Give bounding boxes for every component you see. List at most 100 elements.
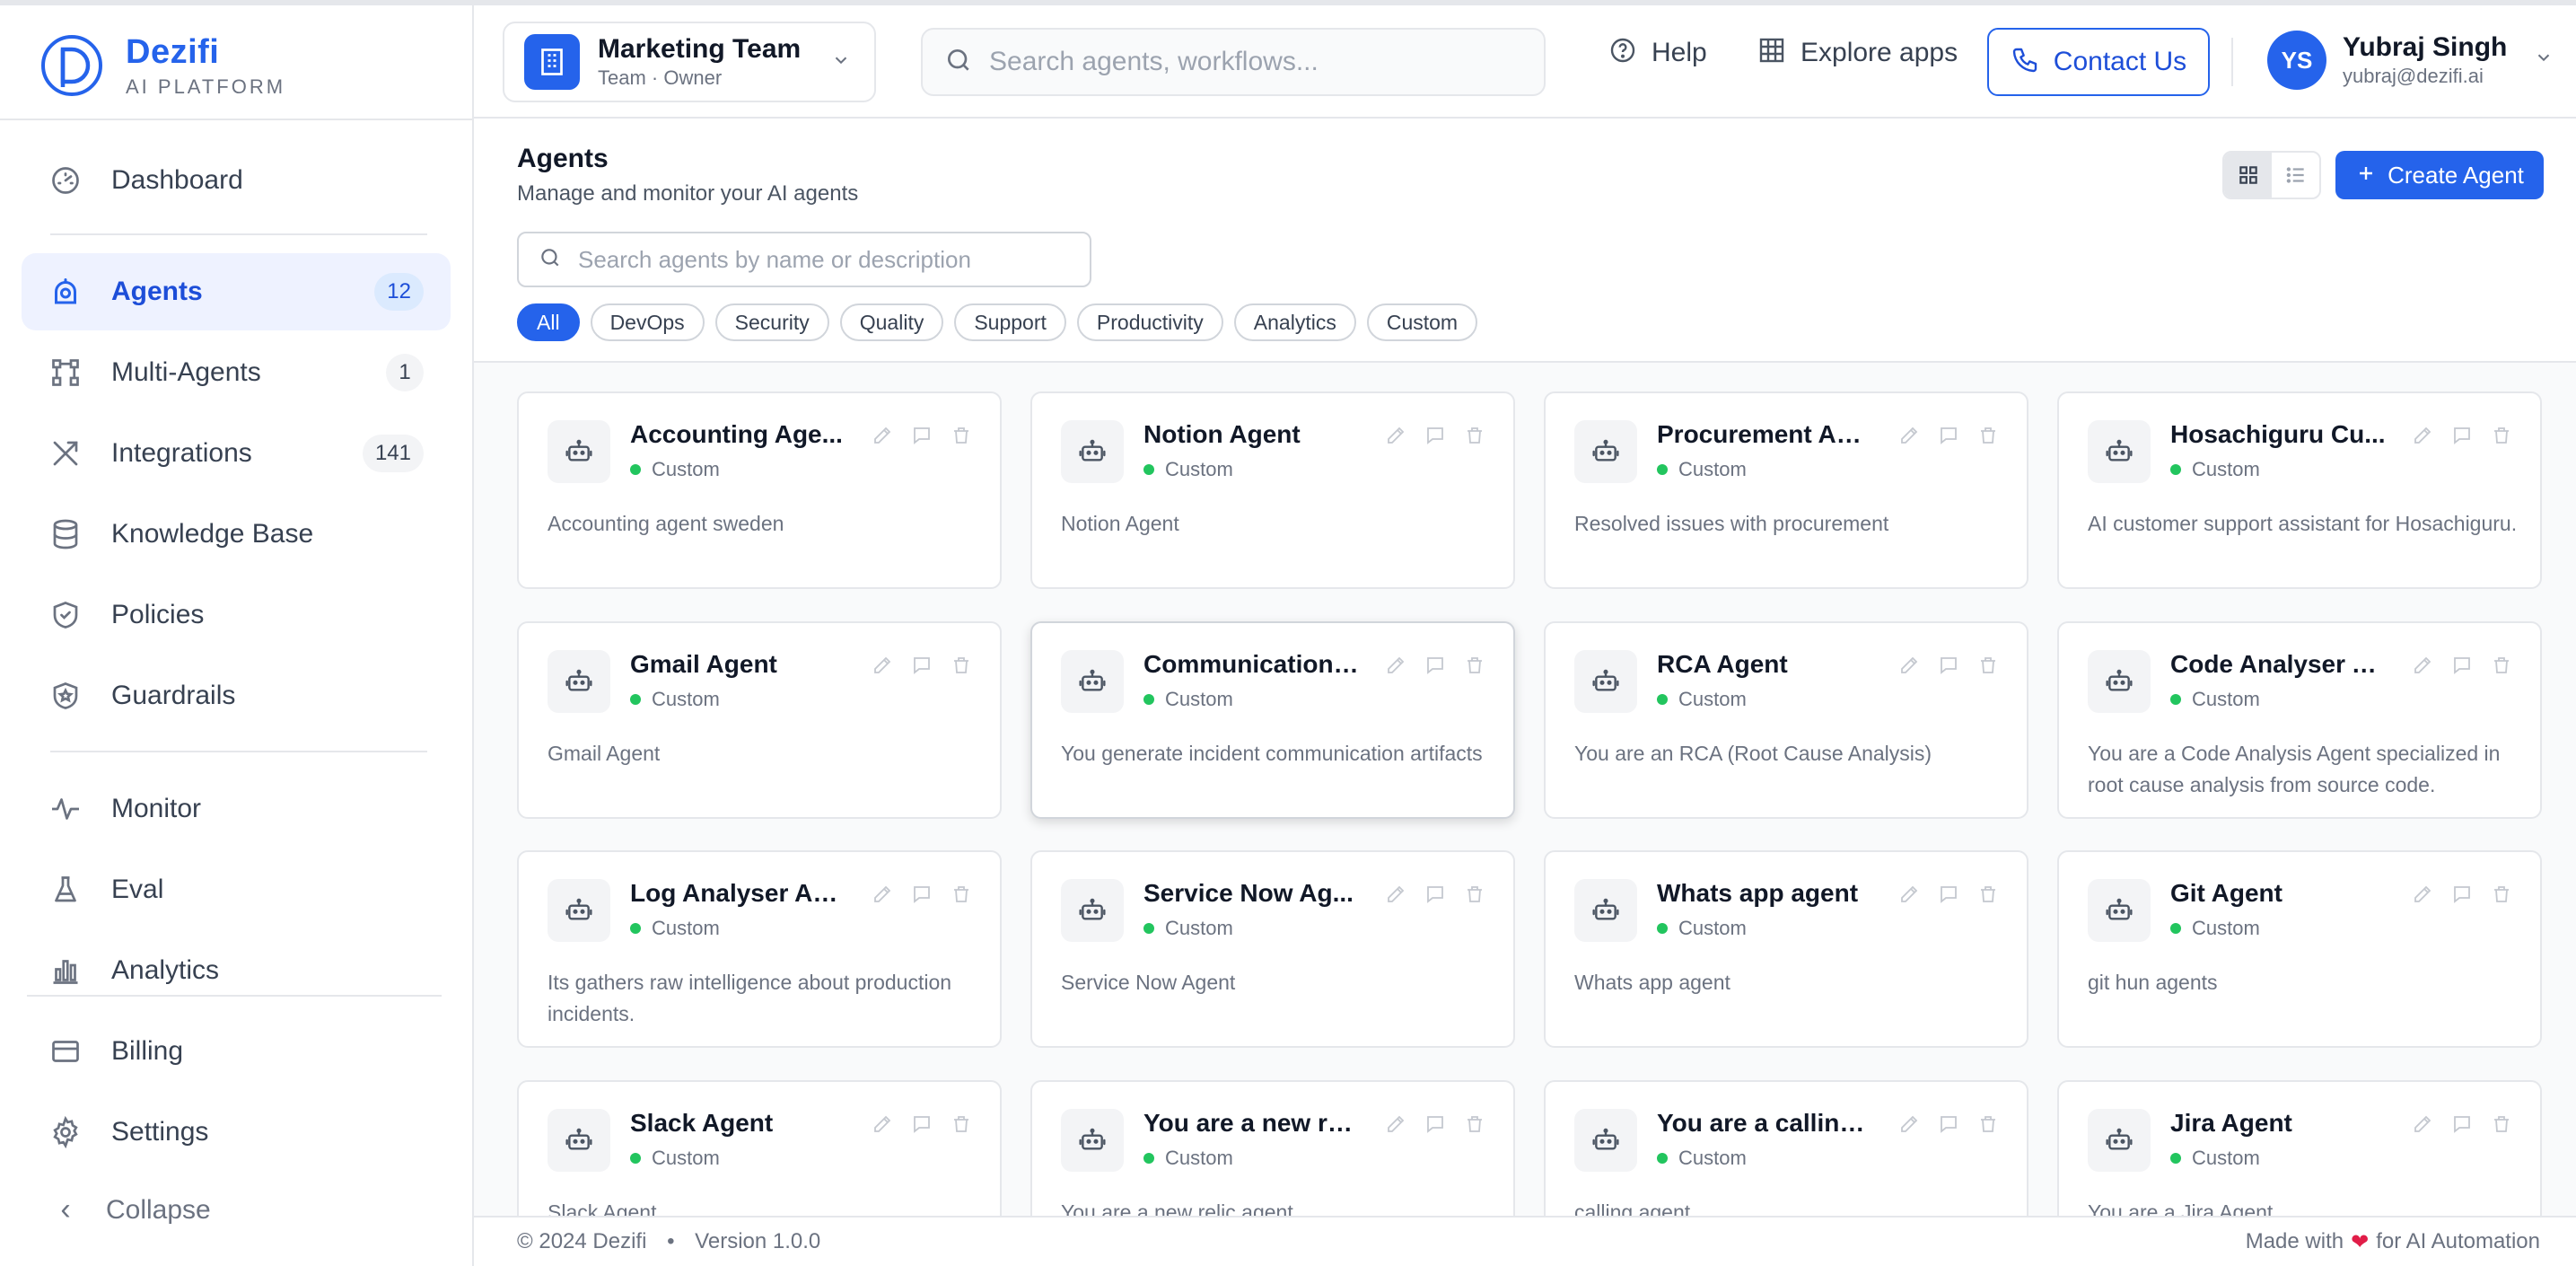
grid-view-button[interactable]: [2224, 153, 2272, 198]
filter-chip-support[interactable]: Support: [954, 303, 1066, 341]
filter-chip-security[interactable]: Security: [714, 303, 829, 341]
sidebar-item-monitor[interactable]: Monitor: [22, 770, 451, 848]
edit-icon[interactable]: [1897, 424, 1921, 447]
sidebar-item-dashboard[interactable]: Dashboard: [22, 142, 451, 219]
brand[interactable]: Dezifi AI PLATFORM: [39, 29, 285, 102]
trash-icon[interactable]: [1976, 654, 2000, 677]
filter-chip-analytics[interactable]: Analytics: [1233, 303, 1356, 341]
collapse-button[interactable]: ‹ Collapse: [48, 1192, 210, 1227]
card-actions: [1881, 424, 2000, 447]
sidebar-item-billing[interactable]: Billing: [22, 1013, 451, 1090]
chat-icon[interactable]: [1424, 424, 1447, 447]
trash-icon[interactable]: [2490, 1112, 2513, 1136]
user-menu[interactable]: YS Yubraj Singh yubraj@dezifi.ai: [2267, 31, 2554, 90]
edit-icon[interactable]: [1384, 1112, 1407, 1136]
filter-chip-productivity[interactable]: Productivity: [1076, 303, 1223, 341]
trash-icon[interactable]: [1976, 1112, 2000, 1136]
agent-search-input[interactable]: [578, 245, 1081, 274]
chat-icon[interactable]: [1424, 654, 1447, 677]
global-search-input[interactable]: [989, 47, 1528, 77]
agent-card[interactable]: RCA Agent Custom You are an RCA (Root Ca…: [1544, 621, 2028, 819]
agent-card[interactable]: Code Analyser A... Custom You are a Code…: [2057, 621, 2542, 819]
sidebar-item-eval[interactable]: Eval: [22, 851, 451, 928]
contact-us-button[interactable]: Contact Us: [1987, 28, 2210, 96]
chat-icon[interactable]: [1424, 1112, 1447, 1136]
edit-icon[interactable]: [1384, 424, 1407, 447]
agent-card[interactable]: You are a new re... Custom You are a new…: [1030, 1080, 1515, 1216]
chat-icon[interactable]: [1937, 654, 1960, 677]
agent-card[interactable]: Gmail Agent Custom Gmail Agent: [517, 621, 1002, 819]
filter-chip-custom[interactable]: Custom: [1366, 303, 1478, 341]
chat-icon[interactable]: [1937, 424, 1960, 447]
edit-icon[interactable]: [1897, 654, 1921, 677]
edit-icon[interactable]: [2411, 1112, 2434, 1136]
sidebar-item-policies[interactable]: Policies: [22, 576, 451, 654]
sidebar-item-analytics[interactable]: Analytics: [22, 932, 451, 1009]
agent-card[interactable]: Git Agent Custom git hun agents: [2057, 850, 2542, 1048]
chat-icon[interactable]: [1937, 883, 1960, 906]
agent-card[interactable]: Accounting Age... Custom Accounting agen…: [517, 391, 1002, 589]
edit-icon[interactable]: [1384, 654, 1407, 677]
global-search[interactable]: [921, 28, 1546, 96]
trash-icon[interactable]: [1463, 883, 1486, 906]
edit-icon[interactable]: [871, 424, 894, 447]
chat-icon[interactable]: [910, 424, 933, 447]
chat-icon[interactable]: [1937, 1112, 1960, 1136]
sidebar-item-agents[interactable]: Agents 12: [22, 253, 451, 330]
trash-icon[interactable]: [2490, 883, 2513, 906]
edit-icon[interactable]: [1897, 1112, 1921, 1136]
agent-card[interactable]: Procurement Ag... Custom Resolved issues…: [1544, 391, 2028, 589]
edit-icon[interactable]: [2411, 883, 2434, 906]
chat-icon[interactable]: [2450, 1112, 2474, 1136]
agent-card[interactable]: Log Analyser Ag... Custom Its gathers ra…: [517, 850, 1002, 1048]
sidebar-item-settings[interactable]: Settings: [22, 1094, 451, 1171]
filter-chip-devops[interactable]: DevOps: [590, 303, 705, 341]
trash-icon[interactable]: [1976, 883, 2000, 906]
filter-chip-all[interactable]: All: [517, 303, 580, 341]
trash-icon[interactable]: [1976, 424, 2000, 447]
trash-icon[interactable]: [950, 424, 973, 447]
chat-icon[interactable]: [910, 883, 933, 906]
chat-icon[interactable]: [1424, 883, 1447, 906]
agent-card[interactable]: Jira Agent Custom You are a Jira Agent: [2057, 1080, 2542, 1216]
sidebar-item-knowledge-base[interactable]: Knowledge Base: [22, 496, 451, 573]
chat-icon[interactable]: [2450, 424, 2474, 447]
separator-dot: •: [667, 1229, 675, 1253]
edit-icon[interactable]: [1897, 883, 1921, 906]
edit-icon[interactable]: [1384, 883, 1407, 906]
chat-icon[interactable]: [910, 1112, 933, 1136]
chat-icon[interactable]: [2450, 654, 2474, 677]
trash-icon[interactable]: [950, 883, 973, 906]
filter-chip-quality[interactable]: Quality: [839, 303, 944, 341]
chat-icon[interactable]: [2450, 883, 2474, 906]
edit-icon[interactable]: [2411, 654, 2434, 677]
edit-icon[interactable]: [871, 654, 894, 677]
sidebar-item-multi-agents[interactable]: Multi-Agents 1: [22, 334, 451, 411]
trash-icon[interactable]: [2490, 654, 2513, 677]
trash-icon[interactable]: [950, 654, 973, 677]
trash-icon[interactable]: [1463, 1112, 1486, 1136]
chat-icon[interactable]: [910, 654, 933, 677]
agent-card[interactable]: Slack Agent Custom Slack Agent: [517, 1080, 1002, 1216]
agent-card[interactable]: Service Now Ag... Custom Service Now Age…: [1030, 850, 1515, 1048]
team-switcher[interactable]: Marketing Team Team · Owner: [503, 22, 876, 102]
create-agent-button[interactable]: Create Agent: [2335, 151, 2544, 199]
edit-icon[interactable]: [871, 1112, 894, 1136]
edit-icon[interactable]: [871, 883, 894, 906]
trash-icon[interactable]: [1463, 654, 1486, 677]
agent-card[interactable]: Hosachiguru Cu... Custom AI customer sup…: [2057, 391, 2542, 589]
agent-card[interactable]: Notion Agent Custom Notion Agent: [1030, 391, 1515, 589]
help-link[interactable]: Help: [1608, 36, 1707, 69]
agent-card[interactable]: Communication ... Custom You generate in…: [1030, 621, 1515, 819]
agent-search[interactable]: [517, 232, 1091, 287]
explore-apps-link[interactable]: Explore apps: [1757, 36, 1958, 69]
trash-icon[interactable]: [950, 1112, 973, 1136]
sidebar-item-integrations[interactable]: Integrations 141: [22, 415, 451, 492]
agent-card[interactable]: You are a calling... Custom calling agen…: [1544, 1080, 2028, 1216]
edit-icon[interactable]: [2411, 424, 2434, 447]
trash-icon[interactable]: [1463, 424, 1486, 447]
sidebar-item-guardrails[interactable]: Guardrails: [22, 657, 451, 734]
agent-card[interactable]: Whats app agent Custom Whats app agent: [1544, 850, 2028, 1048]
trash-icon[interactable]: [2490, 424, 2513, 447]
list-view-button[interactable]: [2272, 153, 2319, 198]
